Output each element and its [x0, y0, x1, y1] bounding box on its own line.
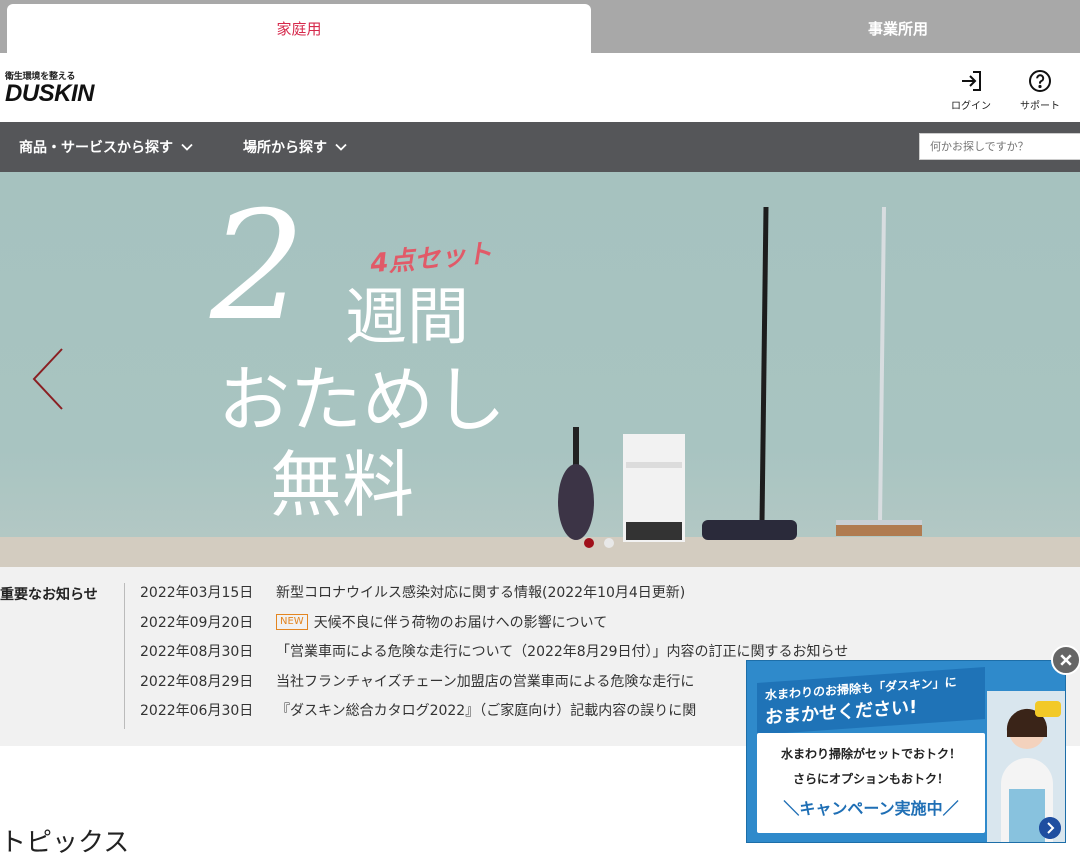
notice-item[interactable]: 2022年03月15日 新型コロナウイルス感染対応に関する情報(2022年10月… [140, 581, 685, 603]
popup-campaign: ＼キャンペーン実施中／ [783, 799, 959, 818]
hero-weeks: 週間 [345, 280, 470, 353]
popup-headline: 水まわりのお掃除も「ダスキン」に おまかせください! [757, 667, 985, 735]
top-tabs: 家庭用 事業所用 [0, 0, 1080, 53]
carousel-prev-icon[interactable] [30, 347, 66, 411]
logo-wordmark: DUSKIN [5, 80, 95, 107]
tab-business-use[interactable]: 事業所用 [598, 4, 1080, 53]
hero-carousel[interactable]: 2 4点セット 週間 おためし 無料 [0, 172, 1080, 567]
login-button[interactable]: ログイン [941, 69, 1001, 112]
hero-product-image [0, 206, 1080, 567]
nav-places[interactable]: 場所から探す [243, 122, 347, 172]
main-nav: 商品・サービスから探す 場所から探す [0, 122, 1080, 172]
hero-trial: おためし [218, 358, 507, 442]
notice-text: 『ダスキン総合カタログ2022』（ご家庭向け）記載内容の誤りに関 [276, 703, 697, 719]
notice-item[interactable]: 2022年06月30日 『ダスキン総合カタログ2022』（ご家庭向け）記載内容の… [140, 699, 696, 721]
nav-places-label: 場所から探す [243, 140, 327, 156]
topics-heading: トピックス [0, 828, 130, 858]
notice-item[interactable]: 2022年08月30日 「営業車両による危険な走行について（2022年8月29日… [140, 640, 848, 662]
support-button[interactable]: サポート [1010, 69, 1070, 112]
hero-free: 無料 [270, 443, 415, 527]
notices-divider [124, 583, 125, 729]
support-label: サポート [1020, 101, 1060, 112]
help-circle-icon [1029, 70, 1051, 92]
notice-item[interactable]: 2022年09月20日 NEW 天候不良に伴う荷物のお届けへの影響について [140, 611, 607, 633]
duskin-logo[interactable]: 衛生環境を整える DUSKIN [5, 69, 95, 107]
close-icon[interactable] [1051, 645, 1080, 675]
campaign-popup[interactable]: 水まわりのお掃除も「ダスキン」に おまかせください! 水まわり掃除がセットでおト… [746, 660, 1066, 843]
notice-date: 2022年09月20日 [140, 615, 254, 631]
notice-text: 「営業車両による危険な走行について（2022年8月29日付）」内容の訂正に関する… [276, 644, 849, 660]
notices-title: 重要なお知らせ [0, 587, 98, 603]
chevron-down-icon [181, 143, 193, 151]
notice-date: 2022年08月29日 [140, 674, 254, 690]
carousel-dot-2[interactable] [604, 538, 614, 548]
nav-products-services[interactable]: 商品・サービスから探す [19, 122, 193, 172]
carousel-dots [584, 538, 614, 548]
notice-text: 天候不良に伴う荷物のお届けへの影響について [313, 615, 608, 631]
popup-line-1: 水まわり掃除がセットでおトク！ [780, 747, 961, 761]
popup-line-2: さらにオプションもおトク！ [792, 772, 949, 786]
search-input[interactable] [919, 133, 1080, 160]
notice-date: 2022年03月15日 [140, 585, 254, 601]
notice-text: 新型コロナウイルス感染対応に関する情報(2022年10月4日更新) [276, 585, 686, 601]
notice-text: 当社フランチャイズチェーン加盟店の営業車両による危険な走行に [276, 674, 695, 690]
notice-date: 2022年06月30日 [140, 703, 254, 719]
tab-home-use[interactable]: 家庭用 [7, 4, 591, 53]
notice-date: 2022年08月30日 [140, 644, 254, 660]
carousel-dot-1[interactable] [584, 538, 594, 548]
hero-number: 2 [210, 180, 306, 354]
popup-body: 水まわり掃除がセットでおトク！ さらにオプションもおトク！ ＼キャンペーン実施中… [757, 733, 985, 833]
nav-products-label: 商品・サービスから探す [19, 140, 173, 156]
login-label: ログイン [951, 101, 991, 112]
arrow-right-circle-icon[interactable] [1039, 817, 1061, 839]
notice-item[interactable]: 2022年08月29日 当社フランチャイズチェーン加盟店の営業車両による危険な走… [140, 670, 694, 692]
login-icon [962, 71, 981, 91]
site-header: 衛生環境を整える DUSKIN ログイン サポート [0, 53, 1080, 122]
chevron-down-icon [335, 143, 347, 151]
new-badge: NEW [276, 614, 308, 630]
